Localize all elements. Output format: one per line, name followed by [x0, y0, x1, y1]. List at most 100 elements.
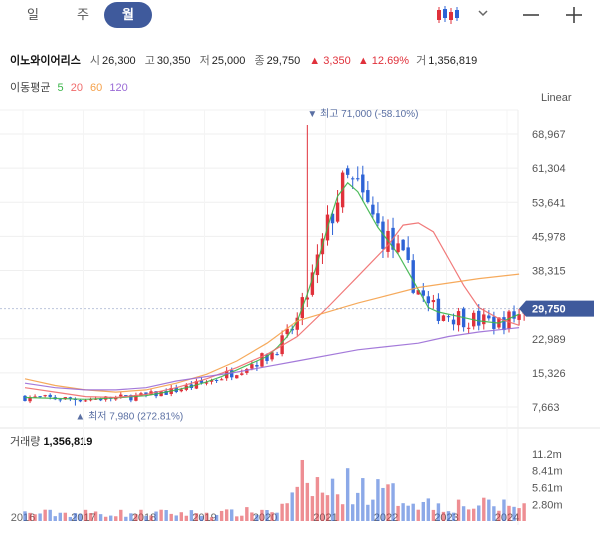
volume-bar [189, 510, 194, 521]
candle-body [477, 310, 481, 326]
volume-bar [255, 514, 259, 521]
candle-body [361, 174, 365, 193]
candle-body [371, 204, 375, 215]
volume-bar [38, 513, 42, 521]
volume-bar [119, 509, 123, 521]
volume-bar [330, 478, 335, 521]
moving-average-line-5 [24, 181, 520, 400]
low-annotation: ▲ 최저 7,980 (272.81%) [75, 411, 183, 423]
candle-body [78, 400, 83, 402]
volume-bar [83, 509, 88, 521]
volume-bar [477, 505, 481, 521]
volume-bar [431, 509, 436, 521]
volume-bar [88, 513, 93, 521]
volume-bar [245, 507, 249, 521]
volume-bar [139, 509, 143, 521]
volume-bar [260, 509, 264, 521]
candle-body [401, 239, 405, 251]
candle-body [366, 190, 370, 203]
candle-body [502, 317, 506, 331]
volume-bar [43, 509, 47, 521]
volume-bar [356, 492, 360, 521]
volume-bar [23, 511, 27, 521]
candle-body [441, 315, 446, 321]
volume-bar [78, 513, 83, 521]
candle-body [48, 394, 52, 397]
volume-bar [240, 515, 244, 521]
volume-bar [169, 513, 173, 521]
volume-bar [124, 516, 128, 521]
volume-bar [421, 501, 425, 521]
price-tick-label: 15,326 [532, 368, 566, 380]
candle-body [250, 364, 254, 369]
volume-bar [58, 512, 62, 521]
volume-bar [401, 503, 405, 521]
price-tick-label: 61,304 [532, 163, 566, 175]
volume-bar [174, 515, 178, 521]
candle-body [436, 298, 441, 321]
candle-body [451, 319, 456, 325]
volume-tick-label: 8.41m [532, 466, 563, 478]
candle-body [466, 327, 471, 329]
volume-bar [295, 486, 299, 521]
volume-bar [391, 483, 395, 521]
volume-bar [53, 516, 57, 521]
price-tick-label: 7,663 [532, 402, 560, 414]
volume-bar [466, 509, 471, 521]
candle-body [119, 394, 123, 397]
volume-bar [492, 506, 496, 521]
volume-bar [305, 482, 310, 521]
candle-body [219, 379, 224, 381]
candle-body [345, 168, 350, 175]
volume-bar [325, 495, 330, 521]
volume-bar [63, 512, 68, 521]
volume-bar [184, 515, 189, 521]
volume-bar [194, 513, 199, 521]
candle-body [335, 202, 340, 222]
candle-body [507, 311, 511, 329]
volume-bar [361, 478, 365, 521]
volume-bar [275, 512, 279, 521]
volume-bar [149, 515, 153, 521]
volume-bar [134, 514, 138, 521]
candle-body [446, 316, 451, 318]
volume-bar [209, 517, 214, 521]
volume-bar [351, 504, 355, 521]
volume-bar [159, 509, 163, 521]
volume-bar [335, 494, 340, 521]
volume-bar [426, 498, 431, 521]
volume-bar [366, 504, 370, 521]
volume-bar [345, 468, 350, 521]
volume-bar [103, 516, 108, 521]
volume-bar [340, 504, 345, 521]
candle-body [396, 243, 400, 253]
volume-bar [290, 492, 294, 521]
volume-bar [235, 516, 239, 521]
volume-bar [300, 459, 304, 521]
candle-body [255, 364, 259, 367]
volume-bar [154, 511, 158, 521]
candle-body [43, 395, 47, 397]
volume-bar [411, 503, 415, 521]
volume-bar [381, 487, 385, 521]
candle-body [235, 375, 239, 379]
volume-bar [386, 484, 390, 521]
volume-bar [315, 477, 320, 521]
volume-bar [129, 513, 133, 521]
volume-bar [482, 497, 486, 521]
candle-body [376, 213, 380, 224]
current-price-label: 29,750 [532, 304, 566, 316]
volume-bar [461, 506, 466, 521]
volume-bar [406, 505, 410, 521]
volume-bar [507, 505, 511, 521]
volume-bar [436, 503, 441, 521]
volume-bar [164, 510, 168, 521]
volume-bar [456, 499, 461, 521]
volume-bar [270, 512, 274, 521]
volume-bar [98, 514, 103, 521]
candle-body [456, 311, 461, 326]
stock-chart[interactable]: 68,967 61,304 53,641 45,978 38,315 22,989 15,3… [0, 0, 600, 540]
volume-bar [28, 512, 32, 521]
volume-bar [230, 509, 234, 521]
volume-bar [204, 512, 209, 521]
